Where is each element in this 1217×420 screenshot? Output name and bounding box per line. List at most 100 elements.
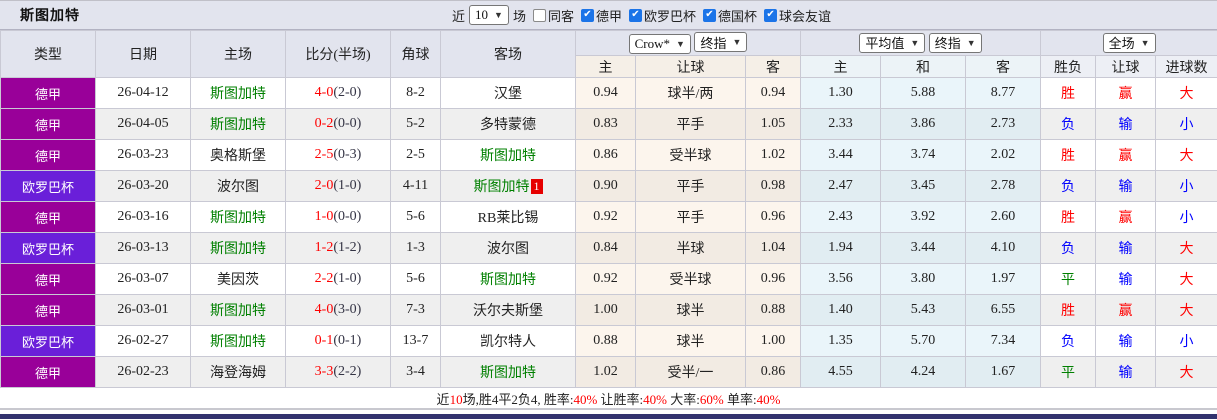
league-type-cell: 欧罗巴杯 xyxy=(0,170,96,202)
summary-segment: 40% xyxy=(643,391,667,407)
league-filter[interactable]: ✔ 欧罗巴杯 xyxy=(622,6,696,25)
away-team-cell: 多特蒙德 xyxy=(440,108,576,140)
corners-cell: 8-2 xyxy=(390,77,441,109)
col-header-eu-away: 客 xyxy=(965,55,1042,78)
ah-away-odds: 1.04 xyxy=(744,232,802,264)
fulltime-score: 2-2 xyxy=(314,271,334,286)
result-goals-cell: 大 xyxy=(1155,294,1217,326)
home-team-cell: 斯图加特 xyxy=(190,294,286,326)
summary-segment: 让胜率: xyxy=(597,391,644,407)
fulltime-score: 1-2 xyxy=(314,240,334,255)
fulltime-score: 2-0 xyxy=(314,178,334,193)
eu-home-odds: 1.40 xyxy=(800,294,882,326)
eu-draw-odds: 5.43 xyxy=(880,294,967,326)
eu-draw-odds: 3.80 xyxy=(880,263,967,295)
filter-list: 同客 ✔ 德甲 ✔ 欧罗巴杯 ✔ 德国杯 ✔ 球会友谊 xyxy=(526,6,831,25)
result-handicap-cell: 输 xyxy=(1095,325,1157,357)
ah-away-odds: 0.88 xyxy=(744,294,802,326)
league-filter[interactable]: ✔ 德甲 xyxy=(574,6,622,25)
ah-home-odds: 0.88 xyxy=(575,325,636,357)
date-cell: 26-04-12 xyxy=(95,77,191,109)
checkbox-checked-icon[interactable]: ✔ xyxy=(580,8,594,22)
chevron-down-icon: ▼ xyxy=(494,10,503,20)
eu-odds-group-header: 平均值 ▼ 终指 ▼ xyxy=(800,30,1042,56)
ah-away-odds: 0.94 xyxy=(744,77,802,109)
result-goals-cell: 大 xyxy=(1155,356,1217,388)
eu-home-odds: 3.56 xyxy=(800,263,882,295)
league-type-cell: 德甲 xyxy=(0,294,96,326)
summary-segment: 10 xyxy=(449,391,463,407)
result-goals-cell: 大 xyxy=(1155,139,1217,171)
ah-line-cell: 半球 xyxy=(635,232,746,264)
ah-line-cell: 球半/两 xyxy=(635,77,746,109)
summary-bar: 近10场,胜4平2负4, 胜率:40% 让胜率:40% 大率:60% 单率:40… xyxy=(0,388,1217,410)
checkbox-checked-icon[interactable]: ✔ xyxy=(703,8,716,22)
result-goals-cell: 小 xyxy=(1155,325,1217,357)
result-goals-cell: 小 xyxy=(1155,108,1217,140)
chevron-down-icon: ▼ xyxy=(966,37,976,48)
corners-cell: 5-6 xyxy=(390,263,441,295)
eu-away-odds: 2.02 xyxy=(965,139,1042,171)
home-team-cell: 美因茨 xyxy=(190,263,286,295)
eu-away-odds: 6.55 xyxy=(965,294,1042,326)
score-cell: 2-0(1-0) xyxy=(285,170,391,202)
score-cell: 0-1(0-1) xyxy=(285,325,391,357)
result-wdl-cell: 负 xyxy=(1040,325,1097,357)
corners-cell: 5-6 xyxy=(390,201,441,233)
eu-draw-odds: 5.88 xyxy=(880,77,967,109)
ah-line-cell: 球半 xyxy=(635,294,746,326)
eu-home-odds: 2.43 xyxy=(800,201,882,233)
away-team-cell: 波尔图 xyxy=(440,232,576,264)
live-badge: 1 xyxy=(530,179,543,194)
league-filter[interactable]: ✔ 球会友谊 xyxy=(757,6,831,25)
checkbox-checked-icon[interactable]: ✔ xyxy=(628,8,642,22)
away-team-cell: 汉堡 xyxy=(440,77,576,109)
eu-away-odds: 2.60 xyxy=(965,201,1042,233)
ah-line-cell: 平手 xyxy=(635,201,746,233)
corners-cell: 7-3 xyxy=(390,294,441,326)
checkbox-unchecked-icon[interactable] xyxy=(532,8,546,22)
eu-away-odds: 2.78 xyxy=(965,170,1042,202)
score-cell: 4-0(3-0) xyxy=(285,294,391,326)
eu-home-odds: 4.55 xyxy=(800,356,882,388)
col-header-type: 类型 xyxy=(0,30,96,78)
ah-close-select[interactable]: 终指 ▼ xyxy=(694,32,748,53)
home-team-cell: 斯图加特 xyxy=(190,77,286,109)
league-filter[interactable]: 同客 xyxy=(526,6,574,25)
ah-home-odds: 0.92 xyxy=(575,263,636,295)
ah-line-cell: 平手 xyxy=(635,108,746,140)
league-filter[interactable]: ✔ 德国杯 xyxy=(696,6,757,25)
eu-close-select[interactable]: 终指 ▼ xyxy=(928,32,982,53)
summary-segment: 60% xyxy=(699,391,724,407)
ah-source-select[interactable]: Crow* ▼ xyxy=(628,33,691,54)
summary-segment: 场,胜4平2负4, 胜率: xyxy=(462,391,574,407)
score-cell: 1-0(0-0) xyxy=(285,201,391,233)
ah-home-odds: 1.02 xyxy=(575,356,636,388)
result-group-header: 全场 ▼ xyxy=(1040,30,1217,56)
result-wdl-cell: 负 xyxy=(1040,232,1097,264)
matches-table: 类型 日期 主场 比分(半场) 角球 客场 Crow* ▼ 终指 ▼ 平均值 ▼ 终指… xyxy=(0,30,1217,388)
result-handicap-cell: 赢 xyxy=(1095,77,1157,109)
result-wdl-cell: 负 xyxy=(1040,108,1097,140)
recent-count-select[interactable]: 10 ▼ xyxy=(469,5,509,25)
summary-segment: 近 xyxy=(436,391,450,407)
halftime-score: (0-3) xyxy=(333,147,362,162)
scope-select[interactable]: 全场 ▼ xyxy=(1102,32,1156,53)
ah-away-odds: 1.05 xyxy=(744,108,802,140)
halftime-score: (2-0) xyxy=(333,85,362,100)
eu-source-select[interactable]: 平均值 ▼ xyxy=(859,32,926,53)
table-row: 欧罗巴杯 26-02-27 斯图加特 0-1(0-1) 13-7 凯尔特人 0.88 球半 1.… xyxy=(0,325,1217,357)
home-team-cell: 斯图加特 xyxy=(190,325,286,357)
ah-line-cell: 受半球 xyxy=(635,263,746,295)
table-row: 德甲 26-03-23 奥格斯堡 2-5(0-3) 2-5 斯图加特 0.86 受半球 1.02… xyxy=(0,139,1217,171)
filter-label: 同客 xyxy=(547,8,574,24)
checkbox-checked-icon[interactable]: ✔ xyxy=(764,8,778,22)
result-wdl-cell: 负 xyxy=(1040,170,1097,202)
halftime-score: (3-0) xyxy=(333,302,362,317)
result-wdl-cell: 胜 xyxy=(1040,294,1097,326)
eu-away-odds: 7.34 xyxy=(965,325,1042,357)
result-handicap-cell: 输 xyxy=(1095,263,1157,295)
col-header-ah-line: 让球 xyxy=(635,55,746,78)
away-team-name: 沃尔夫斯堡 xyxy=(473,304,543,319)
eu-draw-odds: 5.70 xyxy=(880,325,967,357)
